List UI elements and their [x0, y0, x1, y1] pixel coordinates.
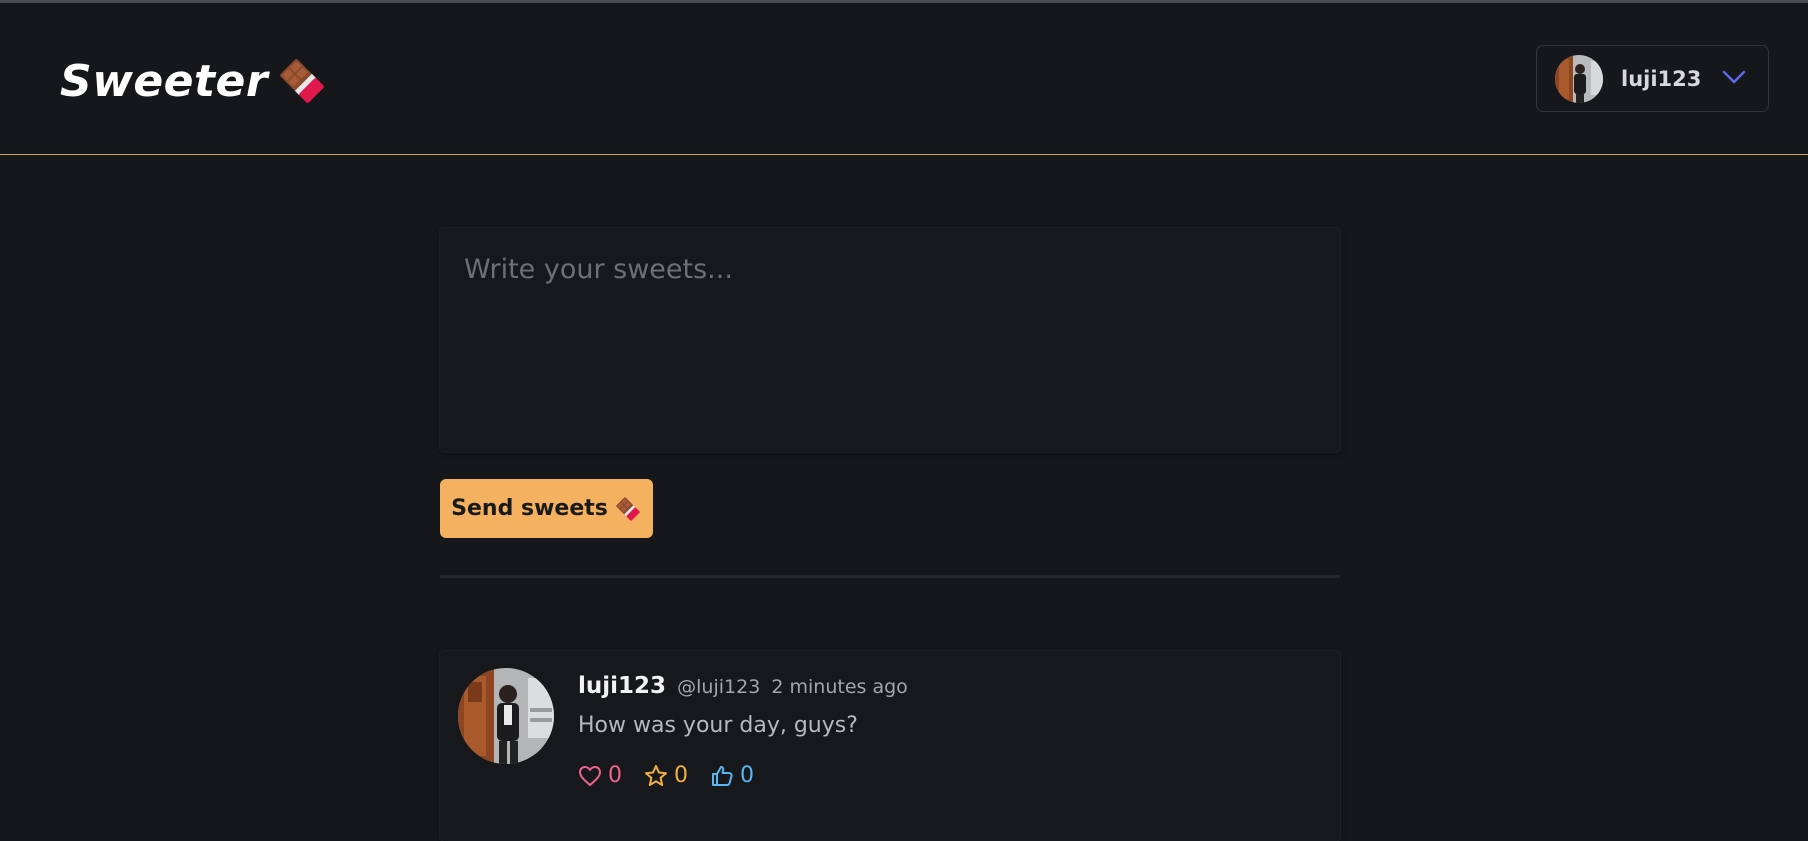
sweet-actions: 0 0 0 — [578, 763, 754, 788]
sweet-author-name[interactable]: luji123 — [578, 673, 666, 699]
logo-text: Sweeter — [60, 55, 269, 107]
sweet-card: luji123 @luji123 2 minutes ago How was y… — [440, 651, 1340, 841]
send-sweets-button[interactable]: Send sweets — [440, 479, 653, 538]
thumbs-up-button[interactable]: 0 — [710, 763, 754, 788]
sweet-input[interactable] — [440, 228, 1340, 452]
like-count: 0 — [608, 763, 622, 788]
sweet-header: luji123 @luji123 2 minutes ago — [578, 673, 908, 699]
sweet-text: How was your day, guys? — [578, 713, 858, 738]
user-menu-button[interactable]: luji123 — [1536, 45, 1769, 112]
composer-divider — [440, 575, 1340, 578]
like-button[interactable]: 0 — [578, 763, 622, 788]
heart-icon — [579, 765, 601, 786]
send-sweets-label: Send sweets — [451, 496, 608, 521]
star-icon — [645, 765, 667, 786]
chocolate-bar-icon — [276, 55, 328, 107]
chevron-down-icon — [1722, 69, 1746, 88]
thumbs-count: 0 — [740, 763, 754, 788]
star-count: 0 — [674, 763, 688, 788]
sweet-composer — [440, 228, 1340, 452]
chocolate-bar-icon — [614, 495, 642, 523]
thumbs-up-icon — [712, 766, 733, 786]
top-header: Sweeter luji123 — [0, 3, 1808, 155]
user-menu-username: luji123 — [1621, 66, 1702, 91]
sweet-author-handle: @luji123 — [677, 676, 761, 698]
sweet-author-avatar[interactable] — [458, 668, 554, 764]
user-avatar — [1555, 54, 1603, 103]
sweet-timestamp: 2 minutes ago — [771, 676, 908, 698]
star-button[interactable]: 0 — [644, 763, 688, 788]
app-logo[interactable]: Sweeter — [60, 55, 328, 107]
